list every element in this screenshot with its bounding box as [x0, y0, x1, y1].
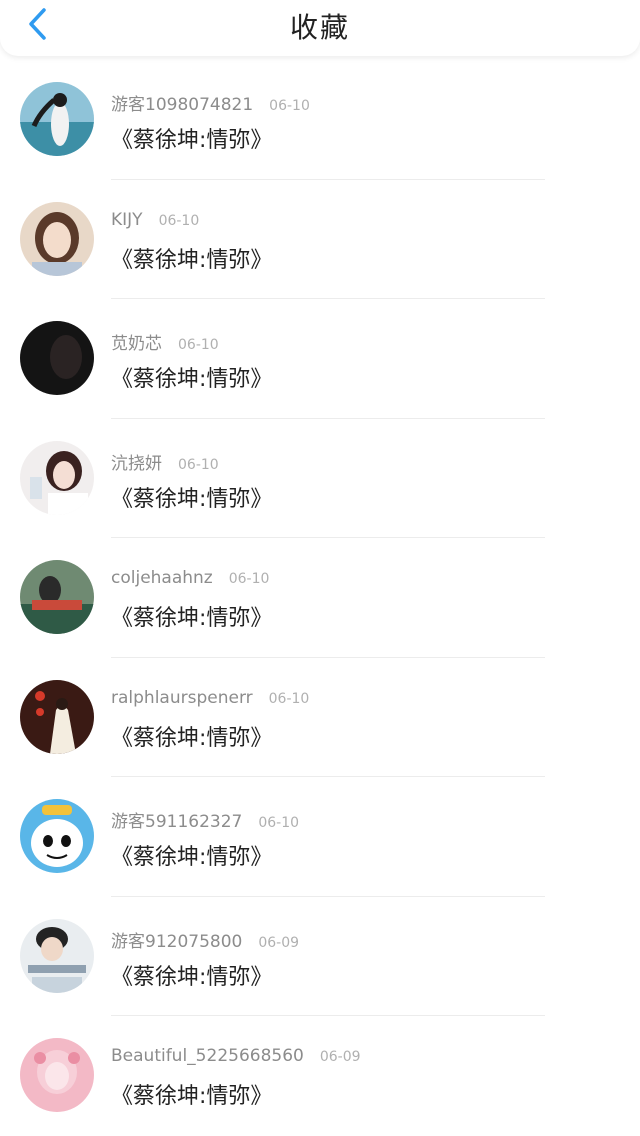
avatar[interactable]: [20, 82, 94, 156]
avatar[interactable]: [20, 679, 94, 754]
list-item[interactable]: 苋奶芯 06-10 《蔡徐坤:情弥》: [0, 299, 640, 419]
item-meta: 游客1098074821 06-10: [111, 90, 310, 115]
song-title[interactable]: 《蔡徐坤:情弥》: [111, 959, 272, 991]
list-item[interactable]: 游客591162327 06-10 《蔡徐坤:情弥》: [0, 777, 640, 897]
song-title[interactable]: 《蔡徐坤:情弥》: [111, 839, 272, 871]
list-item[interactable]: ralphlaurspenerr 06-10 《蔡徐坤:情弥》: [0, 658, 640, 777]
date: 06-10: [178, 337, 219, 353]
song-title[interactable]: 《蔡徐坤:情弥》: [111, 720, 272, 752]
avatar[interactable]: [20, 201, 94, 276]
avatar[interactable]: [20, 918, 94, 993]
username[interactable]: 游客912075800: [111, 927, 242, 952]
item-meta: 苋奶芯 06-10: [111, 329, 219, 354]
item-meta: Beautiful_5225668560 06-09: [111, 1046, 361, 1066]
song-title[interactable]: 《蔡徐坤:情弥》: [111, 1078, 272, 1110]
avatar[interactable]: [20, 321, 94, 395]
page-title: 收藏: [289, 11, 350, 44]
date: 06-10: [269, 98, 310, 114]
item-meta: 沆挠妍 06-10: [111, 449, 219, 474]
song-title[interactable]: 《蔡徐坤:情弥》: [111, 242, 272, 274]
song-title[interactable]: 《蔡徐坤:情弥》: [111, 600, 272, 632]
item-meta: ralphlaurspenerr 06-10: [111, 688, 309, 708]
date: 06-09: [319, 1049, 361, 1065]
song-title[interactable]: 《蔡徐坤:情弥》: [111, 481, 272, 513]
item-meta: 游客912075800 06-09: [111, 927, 299, 952]
avatar[interactable]: [20, 440, 94, 515]
favorites-list: 游客1098074821 06-10 《蔡徐坤:情弥》 KIJY 06-10 《…: [0, 60, 640, 1136]
list-item[interactable]: 游客912075800 06-09 《蔡徐坤:情弥》: [0, 897, 640, 1016]
avatar[interactable]: [20, 799, 94, 873]
list-item[interactable]: 沆挠妍 06-10 《蔡徐坤:情弥》: [0, 419, 640, 538]
avatar[interactable]: [20, 560, 94, 634]
username[interactable]: KIJY: [111, 210, 143, 230]
item-meta: KIJY 06-10: [111, 210, 199, 230]
date: 06-10: [158, 212, 200, 229]
username[interactable]: 苋奶芯: [111, 329, 162, 354]
username[interactable]: coljehaahnz: [111, 568, 213, 588]
username[interactable]: 游客591162327: [111, 807, 242, 832]
username[interactable]: 沆挠妍: [111, 449, 162, 474]
username[interactable]: 游客1098074821: [111, 90, 253, 115]
song-title[interactable]: 《蔡徐坤:情弥》: [111, 361, 272, 393]
username[interactable]: Beautiful_5225668560: [111, 1046, 304, 1066]
song-title[interactable]: 《蔡徐坤:情弥》: [111, 122, 272, 154]
username[interactable]: ralphlaurspenerr: [111, 688, 253, 708]
avatar[interactable]: [20, 1038, 94, 1112]
item-meta: coljehaahnz 06-10: [111, 568, 269, 588]
list-item[interactable]: 游客1098074821 06-10 《蔡徐坤:情弥》: [0, 60, 640, 180]
header-bar: 收藏: [0, 0, 640, 56]
item-meta: 游客591162327 06-10: [111, 807, 299, 832]
date: 06-10: [228, 571, 270, 587]
date: 06-10: [268, 690, 310, 707]
date: 06-10: [178, 456, 219, 473]
list-item[interactable]: coljehaahnz 06-10 《蔡徐坤:情弥》: [0, 538, 640, 658]
date: 06-09: [258, 934, 300, 951]
list-item[interactable]: Beautiful_5225668560 06-09 《蔡徐坤:情弥》: [0, 1016, 640, 1136]
date: 06-10: [258, 815, 300, 831]
list-item[interactable]: KIJY 06-10 《蔡徐坤:情弥》: [0, 180, 640, 299]
